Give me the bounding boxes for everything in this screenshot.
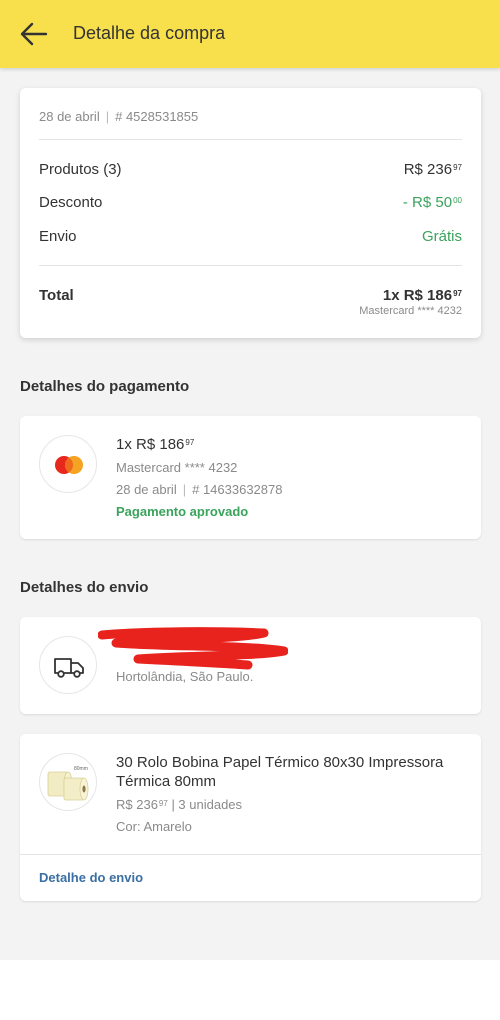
product-name[interactable]: 30 Rolo Bobina Papel Térmico 80x30 Impre…	[116, 753, 466, 791]
purchase-summary-card: 28 de abril | # 4528531855 Produtos (3) R$…	[20, 88, 481, 338]
total-amount: 1x R$ 186	[382, 287, 453, 304]
divider	[20, 854, 481, 855]
page-title: Detalhe da compra	[73, 23, 226, 43]
payment-status: Pagamento aprovado	[116, 504, 249, 519]
shipping-row: Envio Grátis	[39, 228, 462, 245]
truck-icon	[39, 636, 97, 694]
shipping-value: Grátis	[421, 228, 462, 245]
payment-amount: 1x R$ 18697	[116, 436, 194, 453]
thumb-label: 80mm	[74, 766, 88, 772]
redaction-mark	[98, 627, 288, 670]
paper-roll-image: 80mm	[47, 766, 89, 801]
payment-amount-cents: 97	[185, 438, 195, 447]
payment-card: 1x R$ 18697 Mastercard **** 4232 28 de a…	[20, 416, 481, 539]
total-row: Total 1x R$ 18697	[39, 287, 462, 304]
discount-label: Desconto	[39, 194, 103, 211]
app-header: Detalhe da compra	[0, 0, 500, 68]
payment-card-info: Mastercard **** 4232	[116, 460, 238, 475]
divider	[39, 139, 462, 140]
product-price-cents: 97	[158, 799, 168, 808]
meta-separator: |	[182, 482, 187, 497]
payment-section-title: Detalhes do pagamento	[20, 378, 190, 395]
shipping-label: Envio	[39, 228, 77, 245]
products-value: R$ 23697	[404, 161, 462, 178]
meta-separator: |	[105, 109, 110, 124]
discount-cents: 00	[453, 196, 462, 205]
mastercard-logo	[55, 456, 83, 474]
truck-glyph	[54, 658, 84, 678]
total-label: Total	[39, 287, 74, 304]
shipping-address-line2: Hortolândia, São Paulo.	[116, 669, 254, 684]
products-amount: R$ 236	[403, 161, 453, 178]
total-value: 1x R$ 18697	[383, 287, 462, 304]
products-row: Produtos (3) R$ 23697	[39, 161, 462, 178]
product-quantity: | 3 unidades	[167, 797, 243, 812]
divider	[39, 265, 462, 266]
shipping-detail-link[interactable]: Detalhe do envio	[39, 870, 143, 885]
mastercard-icon	[39, 435, 97, 493]
arrow-left-icon[interactable]	[18, 20, 50, 48]
payment-transaction-id: # 14633632878	[192, 482, 283, 497]
product-price-value: R$ 236	[116, 797, 158, 812]
total-card: Mastercard **** 4232	[359, 305, 462, 317]
discount-amount: - R$ 50	[402, 194, 453, 211]
order-id: # 4528531855	[115, 109, 199, 124]
products-cents: 97	[453, 163, 462, 172]
order-meta: 28 de abril | # 4528531855	[39, 109, 198, 124]
shipping-card: Hortolândia, São Paulo.	[20, 617, 481, 714]
discount-value: - R$ 5000	[403, 194, 462, 211]
payment-date: 28 de abril	[116, 482, 177, 497]
payment-meta: 28 de abril | # 14633632878	[116, 482, 282, 497]
discount-row: Desconto - R$ 5000	[39, 194, 462, 211]
order-date: 28 de abril	[39, 109, 100, 124]
product-price: R$ 23697 | 3 unidades	[116, 797, 242, 812]
product-color: Cor: Amarelo	[116, 819, 192, 834]
total-cents: 97	[453, 289, 462, 298]
shipping-section-title: Detalhes do envio	[20, 579, 149, 596]
product-thumbnail[interactable]: 80mm	[39, 753, 97, 811]
product-card: 80mm 30 Rolo Bobina Papel Térmico 80x30 …	[20, 734, 481, 901]
products-label: Produtos (3)	[39, 161, 122, 178]
payment-amount-value: 1x R$ 186	[116, 436, 185, 453]
